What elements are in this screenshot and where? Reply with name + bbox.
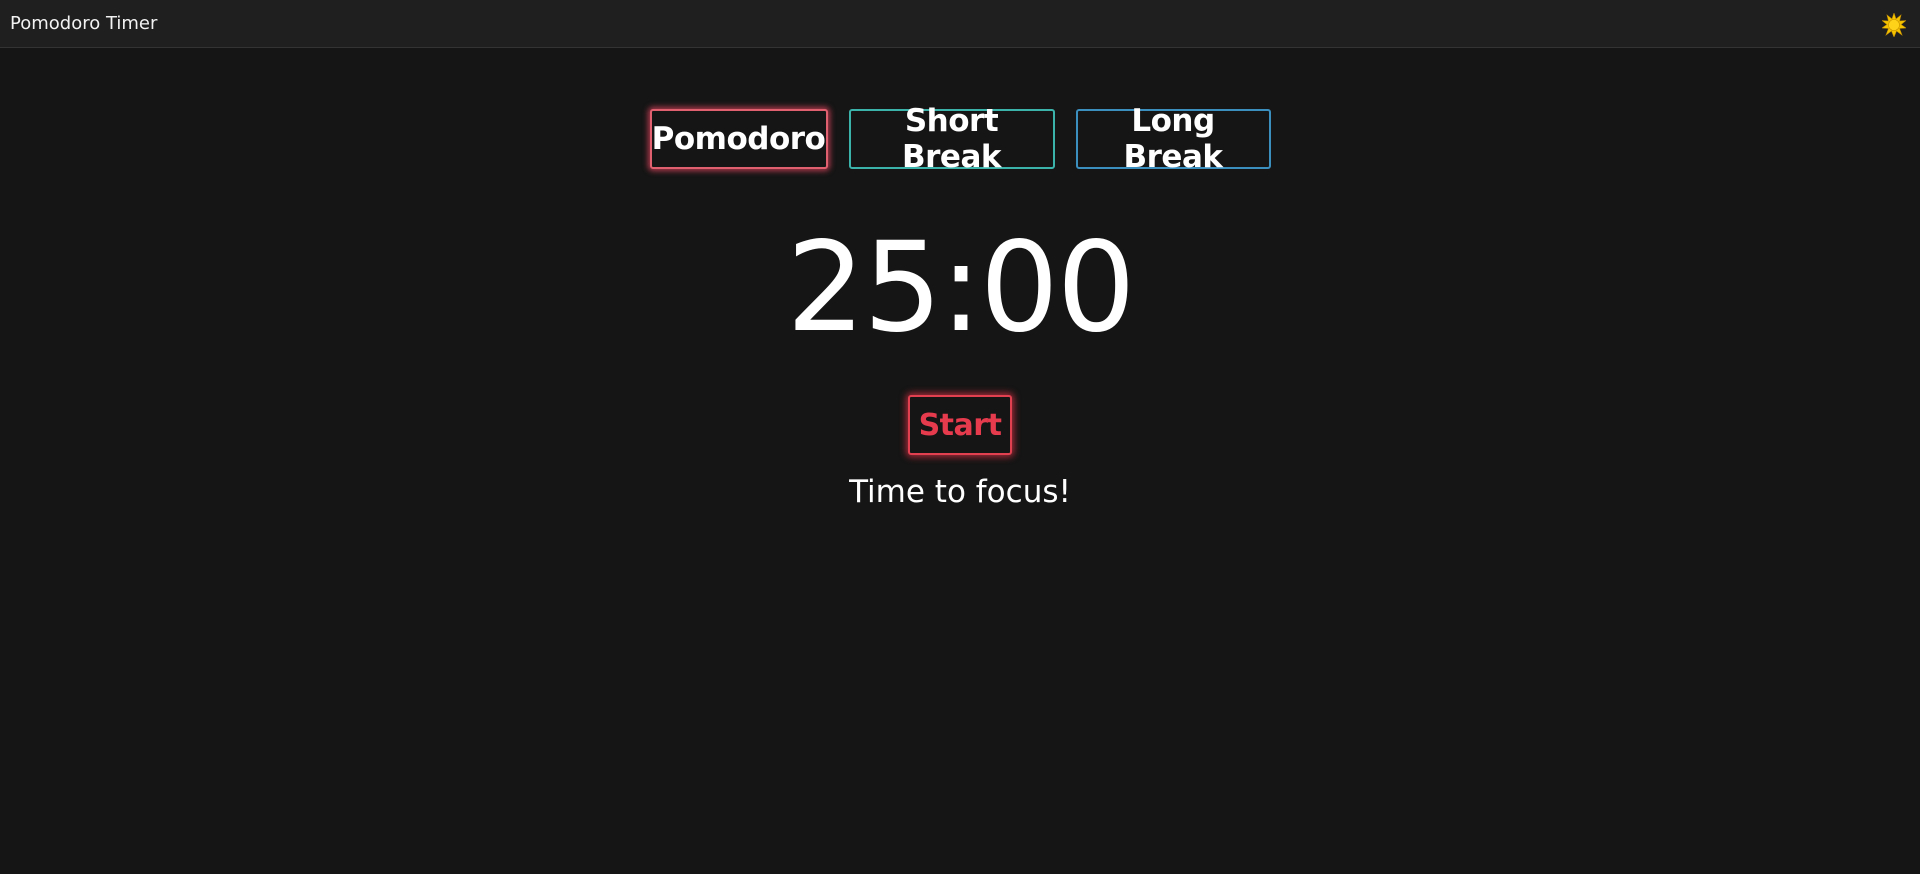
sun-icon [1881, 12, 1907, 38]
timer-display: 25:00 [786, 216, 1135, 360]
tab-long-break[interactable]: Long Break [1075, 103, 1271, 175]
theme-toggle-button[interactable] [1881, 12, 1907, 38]
tab-short-break[interactable]: Short Break [848, 103, 1055, 175]
mode-tabs: Pomodoro Short Break Long Break [0, 103, 1920, 175]
title-bar: Pomodoro Timer [0, 0, 1920, 48]
status-message: Time to focus! [849, 474, 1071, 510]
tab-pomodoro[interactable]: Pomodoro [649, 109, 828, 169]
start-button[interactable]: Start [908, 395, 1012, 455]
controls: Start [0, 395, 1920, 455]
app-title: Pomodoro Timer [10, 13, 158, 34]
